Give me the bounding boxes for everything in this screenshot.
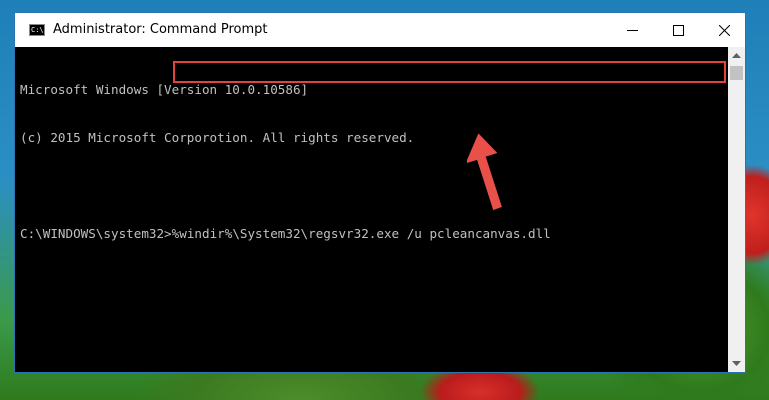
scroll-down-icon	[732, 360, 741, 366]
cmd-app-icon: C:\	[29, 24, 45, 36]
title-bar[interactable]: C:\ Administrator: Command Prompt	[15, 13, 745, 47]
vertical-scrollbar[interactable]	[728, 47, 745, 372]
window-title: Administrator: Command Prompt	[53, 22, 268, 37]
command-prompt-window: C:\ Administrator: Command Prompt Micros…	[14, 12, 746, 373]
scroll-up-icon	[732, 52, 741, 58]
console-line: Microsoft Windows [Version 10.0.10586]	[20, 82, 309, 97]
console-output[interactable]: Microsoft Windows [Version 10.0.10586] (…	[15, 47, 728, 372]
scroll-up-button[interactable]	[728, 47, 745, 64]
command-prompt-path: C:\WINDOWS\system32>	[20, 226, 172, 241]
minimize-icon	[626, 29, 638, 31]
maximize-icon	[672, 24, 684, 36]
command-highlight-box	[173, 61, 726, 83]
typed-command[interactable]: %windir%\System32\regsvr32.exe /u pclean…	[172, 226, 551, 242]
scroll-down-button[interactable]	[728, 355, 745, 372]
command-line: C:\WINDOWS\system32> %windir%\System32\re…	[20, 226, 728, 242]
red-arrow-icon	[467, 133, 502, 211]
close-icon	[718, 24, 730, 36]
close-button[interactable]	[701, 13, 747, 47]
minimize-button[interactable]	[609, 13, 655, 47]
maximize-button[interactable]	[655, 13, 701, 47]
scrollbar-thumb[interactable]	[730, 66, 743, 80]
console-line: (c) 2015 Microsoft Corporotion. All righ…	[20, 130, 415, 145]
